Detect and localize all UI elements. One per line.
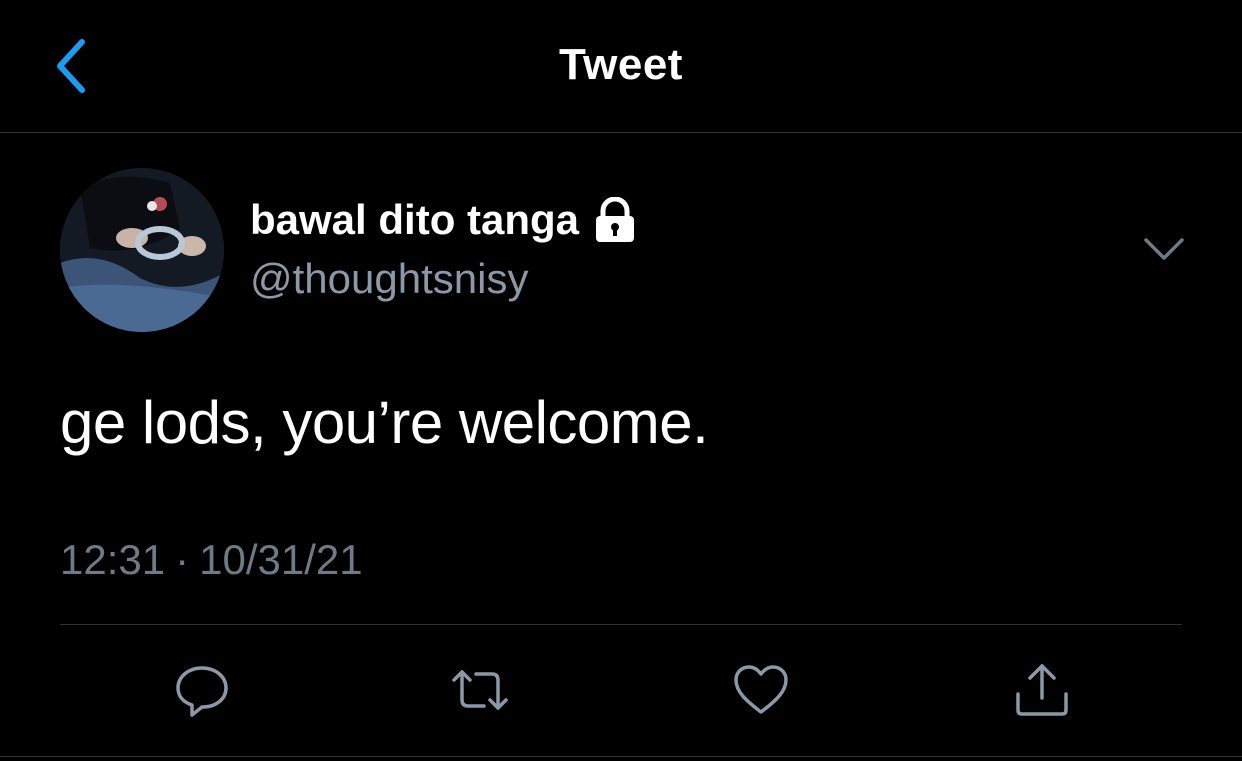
bottom-divider bbox=[0, 756, 1242, 757]
page-title: Tweet bbox=[559, 40, 683, 89]
share-icon bbox=[1016, 664, 1068, 716]
like-icon bbox=[734, 665, 788, 714]
divider bbox=[60, 624, 1182, 625]
tweet-time: 12:31 bbox=[60, 536, 166, 583]
like-button[interactable] bbox=[731, 660, 791, 720]
meta-separator: · bbox=[175, 536, 190, 583]
chevron-down-icon bbox=[1144, 238, 1184, 260]
tweet-date: 10/31/21 bbox=[199, 536, 363, 583]
retweet-button[interactable] bbox=[450, 660, 510, 720]
navigation-bar: Tweet bbox=[0, 0, 1242, 133]
tweet-timestamp[interactable]: 12:31 · 10/31/21 bbox=[60, 536, 363, 584]
author-name-row: bawal dito tanga bbox=[250, 196, 637, 244]
tweet-text: ge lods, you’re welcome. bbox=[60, 389, 709, 456]
more-options-button[interactable] bbox=[1142, 234, 1186, 264]
reply-icon bbox=[176, 666, 228, 717]
retweet-icon bbox=[452, 670, 508, 710]
avatar[interactable] bbox=[60, 168, 224, 332]
display-name[interactable]: bawal dito tanga bbox=[250, 196, 579, 244]
lock-icon bbox=[593, 196, 637, 243]
avatar-image bbox=[60, 168, 224, 332]
share-button[interactable] bbox=[1012, 660, 1072, 720]
reply-button[interactable] bbox=[172, 660, 232, 720]
user-handle[interactable]: @thoughtsnisy bbox=[250, 255, 528, 303]
